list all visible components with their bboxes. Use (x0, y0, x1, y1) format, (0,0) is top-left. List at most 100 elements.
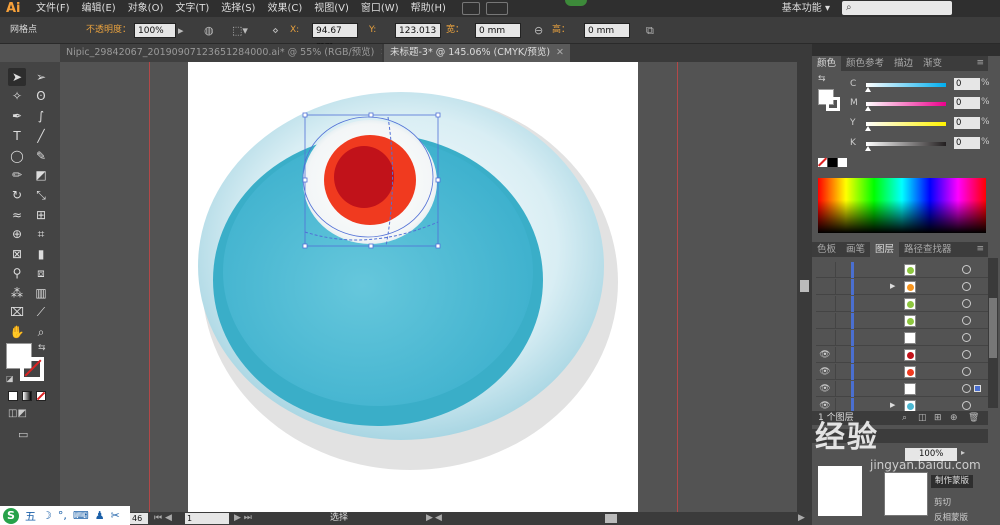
eraser-tool-icon[interactable]: ◩ (32, 166, 50, 184)
visibility-toggle[interactable] (819, 298, 831, 310)
mask-thumbnail[interactable] (884, 472, 928, 516)
help-search-input[interactable]: ⌕ (842, 1, 952, 15)
eyedropper-tool-icon[interactable]: ⚲ (8, 264, 26, 282)
close-icon[interactable]: ✕ (556, 47, 564, 58)
scroll-left-icon[interactable]: ◀ (435, 512, 442, 525)
hand-tool-icon[interactable]: ✋ (8, 323, 26, 341)
selection-tool-icon[interactable]: ➤ (8, 68, 26, 86)
target-icon[interactable] (962, 350, 971, 359)
width-field[interactable]: 0 mm (475, 23, 521, 38)
layers-scrollbar[interactable] (988, 258, 998, 408)
tab-color[interactable]: 颜色 (812, 56, 842, 71)
lock-toggle[interactable] (835, 296, 847, 312)
visibility-toggle[interactable]: 👁 (819, 366, 831, 378)
expand-arrow-icon[interactable]: ▶ (890, 401, 895, 409)
target-icon[interactable] (962, 384, 971, 393)
menu-type[interactable]: 文字(T) (169, 0, 215, 17)
none-mode-icon[interactable] (36, 391, 46, 401)
yellow-value-field[interactable]: 0 (954, 117, 980, 129)
layer-row[interactable] (816, 296, 988, 312)
stroke-swatch[interactable] (20, 357, 44, 381)
menu-help[interactable]: 帮助(H) (405, 0, 452, 17)
panel-menu-icon[interactable]: ≡ (976, 242, 984, 257)
scroll-thumb[interactable] (989, 298, 997, 358)
pencil-tool-icon[interactable]: ✏ (8, 166, 26, 184)
opacity-field[interactable]: 100% (134, 23, 176, 38)
screen-mode-icon[interactable]: ▭ (18, 428, 28, 441)
pen-tool-icon[interactable]: ✒ (8, 107, 26, 125)
ellipse-tool-icon[interactable]: ◯ (8, 147, 26, 165)
recolor-icon[interactable]: ◍ (204, 23, 214, 38)
arrange-documents-button[interactable] (485, 2, 508, 15)
visibility-toggle[interactable]: 👁 (819, 383, 831, 395)
scroll-thumb[interactable] (800, 280, 809, 292)
gradient-tool-icon[interactable]: ▮ (32, 245, 50, 263)
layer-row[interactable]: 👁 (816, 364, 988, 380)
lock-toggle[interactable] (835, 279, 847, 295)
expand-arrow-icon[interactable]: ▶ (890, 282, 895, 290)
target-icon[interactable] (962, 299, 971, 308)
menu-object[interactable]: 对象(O) (122, 0, 170, 17)
lock-toggle[interactable] (835, 364, 847, 380)
tab-layers[interactable]: 图层 (870, 242, 900, 257)
y-field[interactable]: 123.013 (395, 23, 441, 38)
slider-thumb[interactable] (865, 87, 871, 92)
lock-toggle[interactable] (835, 330, 847, 346)
zoom-field[interactable]: 46 (130, 513, 148, 524)
height-field[interactable]: 0 mm (584, 23, 630, 38)
opacity-label[interactable]: 不透明度： (86, 23, 131, 38)
target-icon[interactable] (962, 401, 971, 410)
rotate-tool-icon[interactable]: ↻ (8, 186, 26, 204)
target-icon[interactable] (962, 265, 971, 274)
lock-toggle[interactable] (835, 381, 847, 397)
lock-toggle[interactable] (835, 262, 847, 278)
gradient-mode-icon[interactable] (22, 391, 32, 401)
tab-nipic-document[interactable]: Nipic_29842067_20190907123651284000.ai* … (60, 44, 382, 62)
slider-thumb[interactable] (865, 146, 871, 151)
swap-fill-stroke-icon[interactable]: ⇆ (38, 343, 46, 353)
lasso-tool-icon[interactable]: ʘ (32, 87, 50, 105)
artboard-number-field[interactable]: 1 (185, 513, 229, 524)
clip-checkbox[interactable]: 剪切 (934, 496, 951, 508)
artboard-tool-icon[interactable]: ⌧ (8, 303, 26, 321)
next-artboard-icon[interactable]: ▶ ⏭ (234, 512, 252, 525)
menu-select[interactable]: 选择(S) (215, 0, 261, 17)
swap-colors-icon[interactable]: ⇆ (818, 74, 826, 84)
visibility-toggle[interactable] (819, 332, 831, 344)
layer-row[interactable]: 👁 (816, 347, 988, 363)
invert-mask-checkbox[interactable]: 反相蒙版 (934, 511, 968, 523)
tab-pathfinder[interactable]: 路径查找器 (899, 242, 957, 257)
tab-gradient[interactable]: 渐变 (918, 56, 947, 71)
first-artboard-icon[interactable]: ⏮ ◀ (154, 512, 172, 525)
tab-brushes[interactable]: 画笔 (841, 242, 870, 257)
color-spectrum[interactable] (818, 178, 986, 233)
tab-color-guide[interactable]: 颜色参考 (841, 56, 889, 71)
black-slider[interactable] (866, 142, 946, 146)
visibility-toggle[interactable] (819, 281, 831, 293)
cyan-value-field[interactable]: 0 (954, 78, 980, 90)
bridge-button[interactable] (461, 2, 480, 15)
column-graph-tool-icon[interactable]: ▥ (32, 284, 50, 302)
opacity-dropdown-icon[interactable]: ▸ (178, 23, 184, 38)
make-mask-button[interactable]: 制作蒙版 (931, 475, 974, 488)
close-icon[interactable]: ✕ (380, 47, 382, 58)
ime-tools-icon[interactable]: ✂ (111, 509, 120, 522)
menu-view[interactable]: 视图(V) (308, 0, 355, 17)
tab-swatches[interactable]: 色板 (812, 242, 841, 257)
target-icon[interactable] (962, 333, 971, 342)
horizontal-scroll-thumb[interactable] (605, 514, 617, 523)
layer-row[interactable] (816, 330, 988, 346)
menu-file[interactable]: 文件(F) (30, 0, 76, 17)
target-icon[interactable] (962, 316, 971, 325)
none-swatch[interactable] (817, 157, 828, 167)
slider-thumb[interactable] (865, 106, 871, 111)
perspective-grid-tool-icon[interactable]: ⌗ (32, 225, 50, 243)
zoom-tool-icon[interactable]: ⌕ (32, 323, 50, 341)
ime-wubi[interactable]: 五 (25, 508, 36, 524)
panel-stroke-swatch[interactable] (826, 97, 840, 111)
visibility-toggle[interactable]: 👁 (819, 349, 831, 361)
locate-object-icon[interactable]: ⌕ (902, 411, 907, 425)
magenta-slider[interactable] (866, 102, 946, 106)
blend-tool-icon[interactable]: ⧈ (32, 264, 50, 282)
artwork[interactable] (188, 62, 638, 512)
